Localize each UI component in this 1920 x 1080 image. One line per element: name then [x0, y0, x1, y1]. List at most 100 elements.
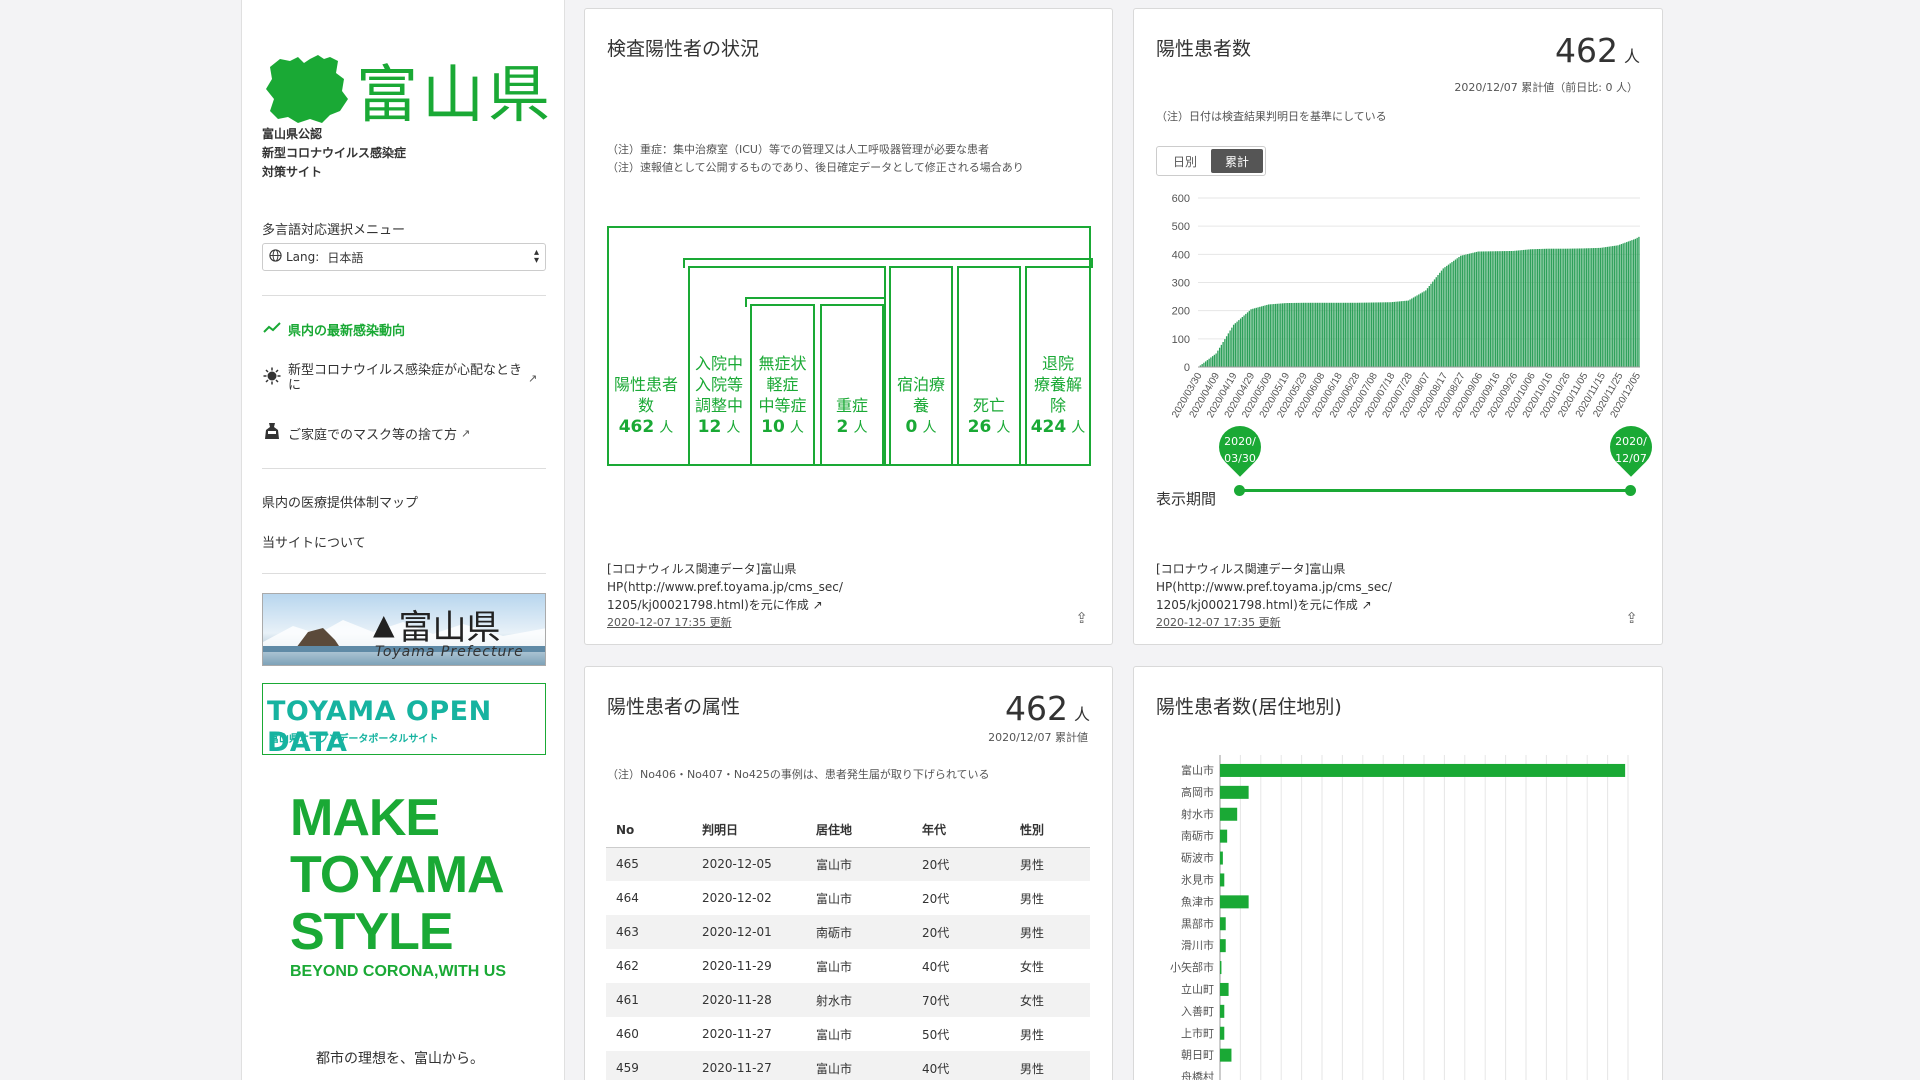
category-label: 射水市	[1181, 807, 1214, 821]
bar	[1341, 302, 1343, 367]
bar	[1246, 312, 1249, 367]
bar	[1526, 249, 1528, 367]
bar	[1404, 300, 1406, 367]
bar	[1372, 302, 1375, 367]
toyama-pref-banner[interactable]: ▲ 富山県 Toyama Prefecture	[262, 593, 546, 666]
category-label: 南砺市	[1181, 829, 1214, 843]
bar	[1613, 245, 1616, 367]
bar	[1220, 982, 1229, 996]
city-motto: 都市の理想を、富山から。	[316, 1051, 484, 1067]
nav-about[interactable]: 当サイトについて	[262, 532, 366, 551]
bar	[1437, 275, 1439, 367]
bar	[1211, 356, 1214, 367]
bar	[1564, 248, 1567, 367]
toggle-daily[interactable]: 日別	[1159, 149, 1211, 173]
range-end-label: 2020/ 12/07	[1610, 433, 1652, 467]
nav-worried[interactable]: 新型コロナウイルス感染症が心配なときに ↗	[262, 363, 546, 393]
cell-date: 2020-12-01	[692, 915, 806, 949]
bar	[1638, 236, 1640, 367]
status-label-line: 重症	[835, 396, 868, 415]
bar	[1206, 360, 1209, 367]
total-sub: 2020/12/07 累計値	[988, 731, 1088, 744]
lang-value: 日本語	[327, 250, 364, 265]
range-end-handle[interactable]	[1625, 485, 1636, 496]
bar	[1257, 307, 1259, 367]
bar	[1531, 249, 1534, 367]
bar	[1217, 350, 1219, 367]
category-label: 黒部市	[1181, 916, 1214, 930]
nav-medical-map[interactable]: 県内の医療提供体制マップ	[262, 492, 418, 511]
status-label-line: 退院	[1041, 354, 1074, 373]
bar	[1481, 251, 1483, 367]
source-line: [コロナウィルス関連データ]富山県	[607, 562, 797, 576]
site-logo[interactable]: 富山県	[264, 44, 554, 134]
col-header-sex[interactable]: 性別	[1010, 813, 1090, 848]
nav-label: 新型コロナウイルス感染症が心配なときに	[288, 363, 523, 393]
share-icon[interactable]: ⇪	[1075, 609, 1088, 627]
language-select[interactable]: Lang: 日本語 ▴ ▾	[262, 243, 546, 271]
bar	[1236, 321, 1238, 367]
share-icon[interactable]: ⇪	[1625, 609, 1638, 627]
open-data-banner[interactable]: TOYAMA OPEN DATA 富山県オープンデータポータルサイト	[262, 683, 546, 758]
bar	[1360, 302, 1362, 367]
site-description: 富山県公認 新型コロナウイルス感染症 対策サイト	[262, 125, 406, 182]
col-header-residence[interactable]: 居住地	[806, 813, 912, 848]
card-title: 陽性患者数	[1156, 38, 1252, 60]
make-sub: BEYOND CORONA,WITH US	[290, 963, 506, 980]
col-header-no[interactable]: No	[606, 813, 692, 848]
status-label-mild: 無症状 軽症 中等症 10 人	[752, 353, 813, 439]
bar	[1498, 251, 1500, 367]
external-link-icon: ↗	[461, 426, 471, 440]
bar	[1433, 279, 1436, 367]
total-sub: 2020/12/07 累計値（前日比: 0 人）	[1454, 81, 1638, 94]
bar	[1550, 248, 1553, 367]
bar	[1633, 239, 1635, 367]
cell-sex: 男性	[1010, 1051, 1090, 1080]
col-header-date[interactable]: 判明日	[692, 813, 806, 848]
y-tick-label: 600	[1172, 193, 1190, 205]
cell-no: 460	[616, 1027, 639, 1041]
cell-sex: 女性	[1010, 983, 1090, 1017]
source-link[interactable]: [コロナウィルス関連データ]富山県 HP(http://www.pref.toy…	[607, 560, 843, 632]
toggle-cumulative[interactable]: 累計	[1211, 149, 1264, 173]
bar	[1269, 304, 1271, 367]
bar	[1365, 302, 1368, 367]
bar	[1601, 247, 1603, 367]
bar	[1430, 283, 1432, 367]
cell-age: 40代	[922, 959, 950, 974]
bar	[1323, 302, 1326, 367]
make-toyama-style-banner[interactable]: MAKE TOYAMA STYLE	[290, 790, 505, 961]
bar	[1426, 288, 1429, 367]
bar	[1454, 259, 1457, 367]
bar	[1620, 244, 1623, 367]
banner-pref-en: Toyama Prefecture	[375, 644, 524, 660]
open-data-title: TOYAMA OPEN DATA	[267, 696, 492, 758]
bar	[1208, 358, 1210, 367]
divider	[262, 573, 546, 574]
status-value: 26	[967, 417, 992, 437]
status-label-line: 入院中	[694, 354, 743, 373]
cell-date: 2020-12-05	[692, 847, 806, 881]
bar	[1220, 1048, 1232, 1062]
source-link[interactable]: [コロナウィルス関連データ]富山県 HP(http://www.pref.toy…	[1156, 560, 1392, 632]
bar	[1584, 248, 1586, 367]
status-label-line: 宿泊療	[896, 375, 945, 394]
bar	[1612, 246, 1614, 367]
col-header-age[interactable]: 年代	[912, 813, 1010, 848]
bar	[1411, 298, 1413, 367]
table-row: 463 2020-12-01 南砺市 20代 男性	[606, 915, 1090, 949]
nav-latest-trend[interactable]: 県内の最新感染動向	[262, 320, 546, 339]
nav-mask-disposal[interactable]: ご家庭でのマスク等の捨て方 ↗	[262, 422, 546, 444]
bar	[1238, 320, 1240, 367]
cell-sex: 女性	[1020, 959, 1045, 974]
status-label-discharged: 退院 療養解 除 424 人	[1027, 353, 1089, 439]
bar	[1515, 250, 1518, 367]
range-start-handle[interactable]	[1234, 485, 1245, 496]
bar	[1557, 248, 1560, 367]
bar	[1412, 297, 1415, 367]
bar	[1248, 310, 1251, 367]
status-label-line: 陽性患者	[613, 375, 678, 394]
y-tick-label: 200	[1172, 306, 1190, 318]
status-label-line: 療養解	[1033, 375, 1082, 394]
status-label-hotel: 宿泊療 養 0 人	[891, 374, 951, 439]
